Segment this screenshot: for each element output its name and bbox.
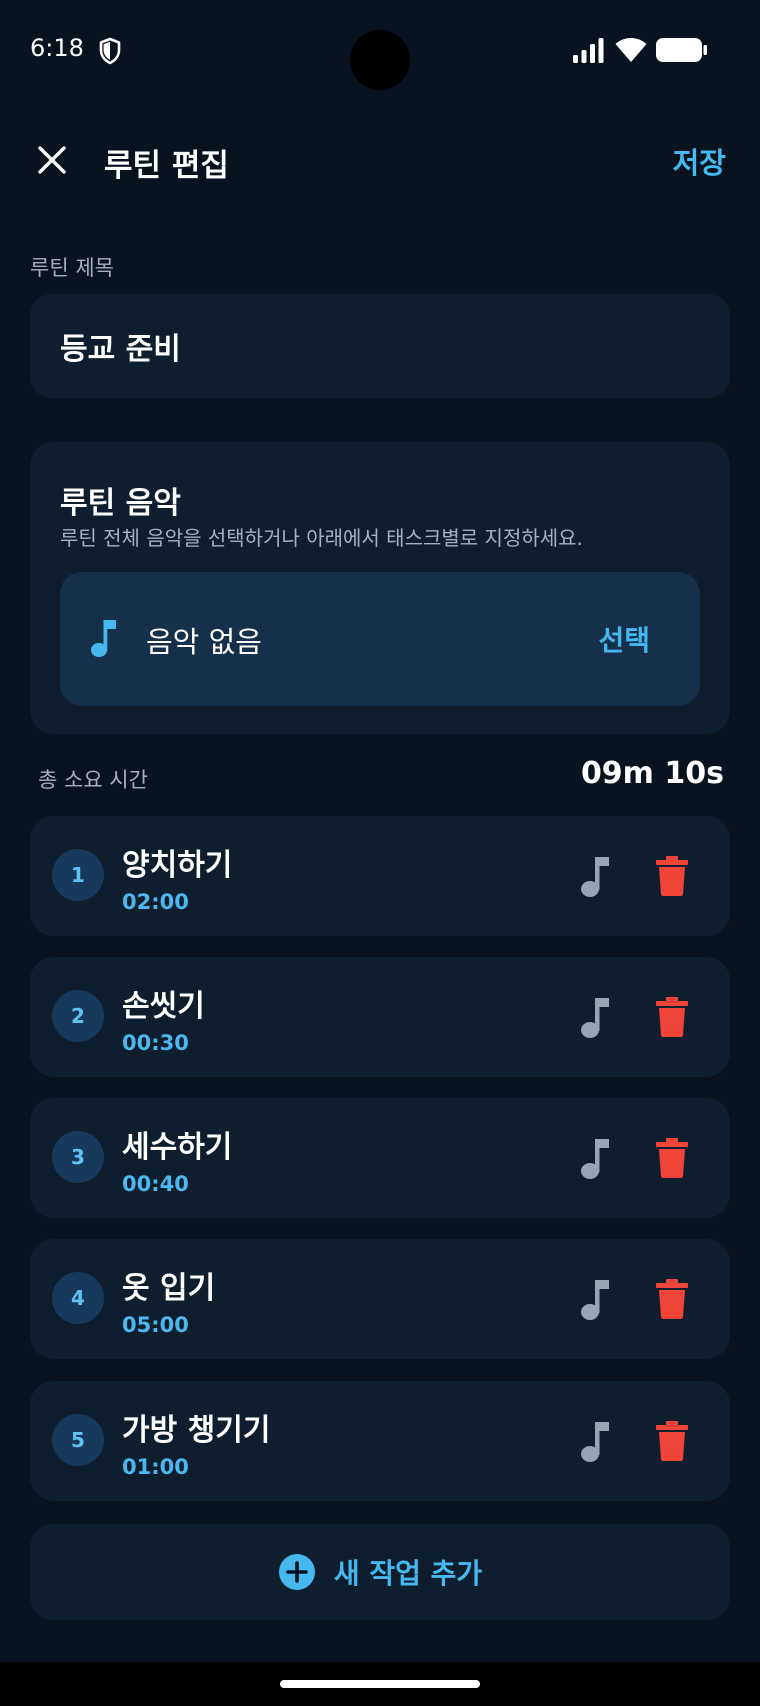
close-icon[interactable] (36, 144, 68, 176)
app-bar: 루틴 편집 저장 (0, 120, 760, 200)
task-duration: 01:00 (122, 1455, 189, 1479)
music-note-icon[interactable] (578, 1419, 614, 1463)
camera-cutout (350, 30, 410, 90)
trash-icon[interactable] (656, 1279, 688, 1319)
routine-edit-screen: 6:18 루틴 편집 저장 루틴 제목 루틴 음악 (0, 0, 760, 1706)
task-number-badge: 2 (52, 990, 104, 1042)
task-number-badge: 4 (52, 1272, 104, 1324)
routine-music-card: 루틴 음악 루틴 전체 음악을 선택하거나 아래에서 태스크별로 지정하세요. … (30, 442, 730, 734)
add-task-button[interactable]: 새 작업 추가 (30, 1524, 730, 1620)
plus-circle-icon (278, 1554, 315, 1590)
wifi-icon (615, 38, 647, 62)
task-item[interactable]: 1 양치하기 02:00 (30, 816, 730, 936)
task-name: 세수하기 (122, 1130, 233, 1165)
task-name: 옷 입기 (122, 1271, 216, 1306)
task-duration: 00:40 (122, 1172, 189, 1196)
system-nav-bar (0, 1662, 760, 1706)
status-time: 6:18 (30, 34, 84, 62)
task-item[interactable]: 4 옷 입기 05:00 (30, 1239, 730, 1359)
routine-music-select-button[interactable]: 선택 (598, 619, 650, 659)
add-task-label: 새 작업 추가 (333, 1557, 483, 1590)
signal-icon (573, 38, 604, 63)
task-number-badge: 1 (52, 849, 104, 901)
total-time-label: 총 소요 시간 (38, 768, 148, 792)
task-name: 양치하기 (122, 848, 233, 883)
music-note-icon[interactable] (578, 854, 614, 898)
home-indicator[interactable] (280, 1680, 480, 1688)
save-button[interactable]: 저장 (673, 140, 726, 182)
routine-music-description: 루틴 전체 음악을 선택하거나 아래에서 태스크별로 지정하세요. (60, 526, 583, 550)
task-duration: 05:00 (122, 1313, 189, 1337)
trash-icon[interactable] (656, 856, 688, 896)
trash-icon[interactable] (656, 1138, 688, 1178)
routine-title-label: 루틴 제목 (30, 256, 114, 280)
task-item[interactable]: 5 가방 챙기기 01:00 (30, 1381, 730, 1501)
task-item[interactable]: 3 세수하기 00:40 (30, 1098, 730, 1218)
routine-music-title: 루틴 음악 (60, 486, 181, 521)
task-item[interactable]: 2 손씻기 00:30 (30, 957, 730, 1077)
status-bar: 6:18 (0, 0, 760, 100)
total-time-value: 09m 10s (580, 756, 724, 791)
trash-icon[interactable] (656, 997, 688, 1037)
task-duration: 02:00 (122, 890, 189, 914)
task-number-badge: 3 (52, 1131, 104, 1183)
music-note-icon (91, 620, 116, 657)
music-note-icon[interactable] (578, 1136, 614, 1180)
trash-icon[interactable] (656, 1421, 688, 1461)
task-name: 가방 챙기기 (122, 1413, 271, 1448)
music-note-icon[interactable] (578, 995, 614, 1039)
routine-title-card (30, 294, 730, 398)
routine-music-selector[interactable]: 음악 없음 선택 (60, 572, 700, 706)
task-number-badge: 5 (52, 1414, 104, 1466)
add-task-content: 새 작업 추가 (30, 1524, 730, 1620)
routine-music-current: 음악 없음 (146, 625, 262, 659)
music-note-icon[interactable] (578, 1277, 614, 1321)
task-duration: 00:30 (122, 1031, 189, 1055)
shield-icon (99, 37, 121, 65)
battery-icon (656, 38, 707, 62)
routine-title-input[interactable] (60, 322, 700, 370)
page-title: 루틴 편집 (104, 148, 229, 184)
task-name: 손씻기 (122, 989, 205, 1024)
